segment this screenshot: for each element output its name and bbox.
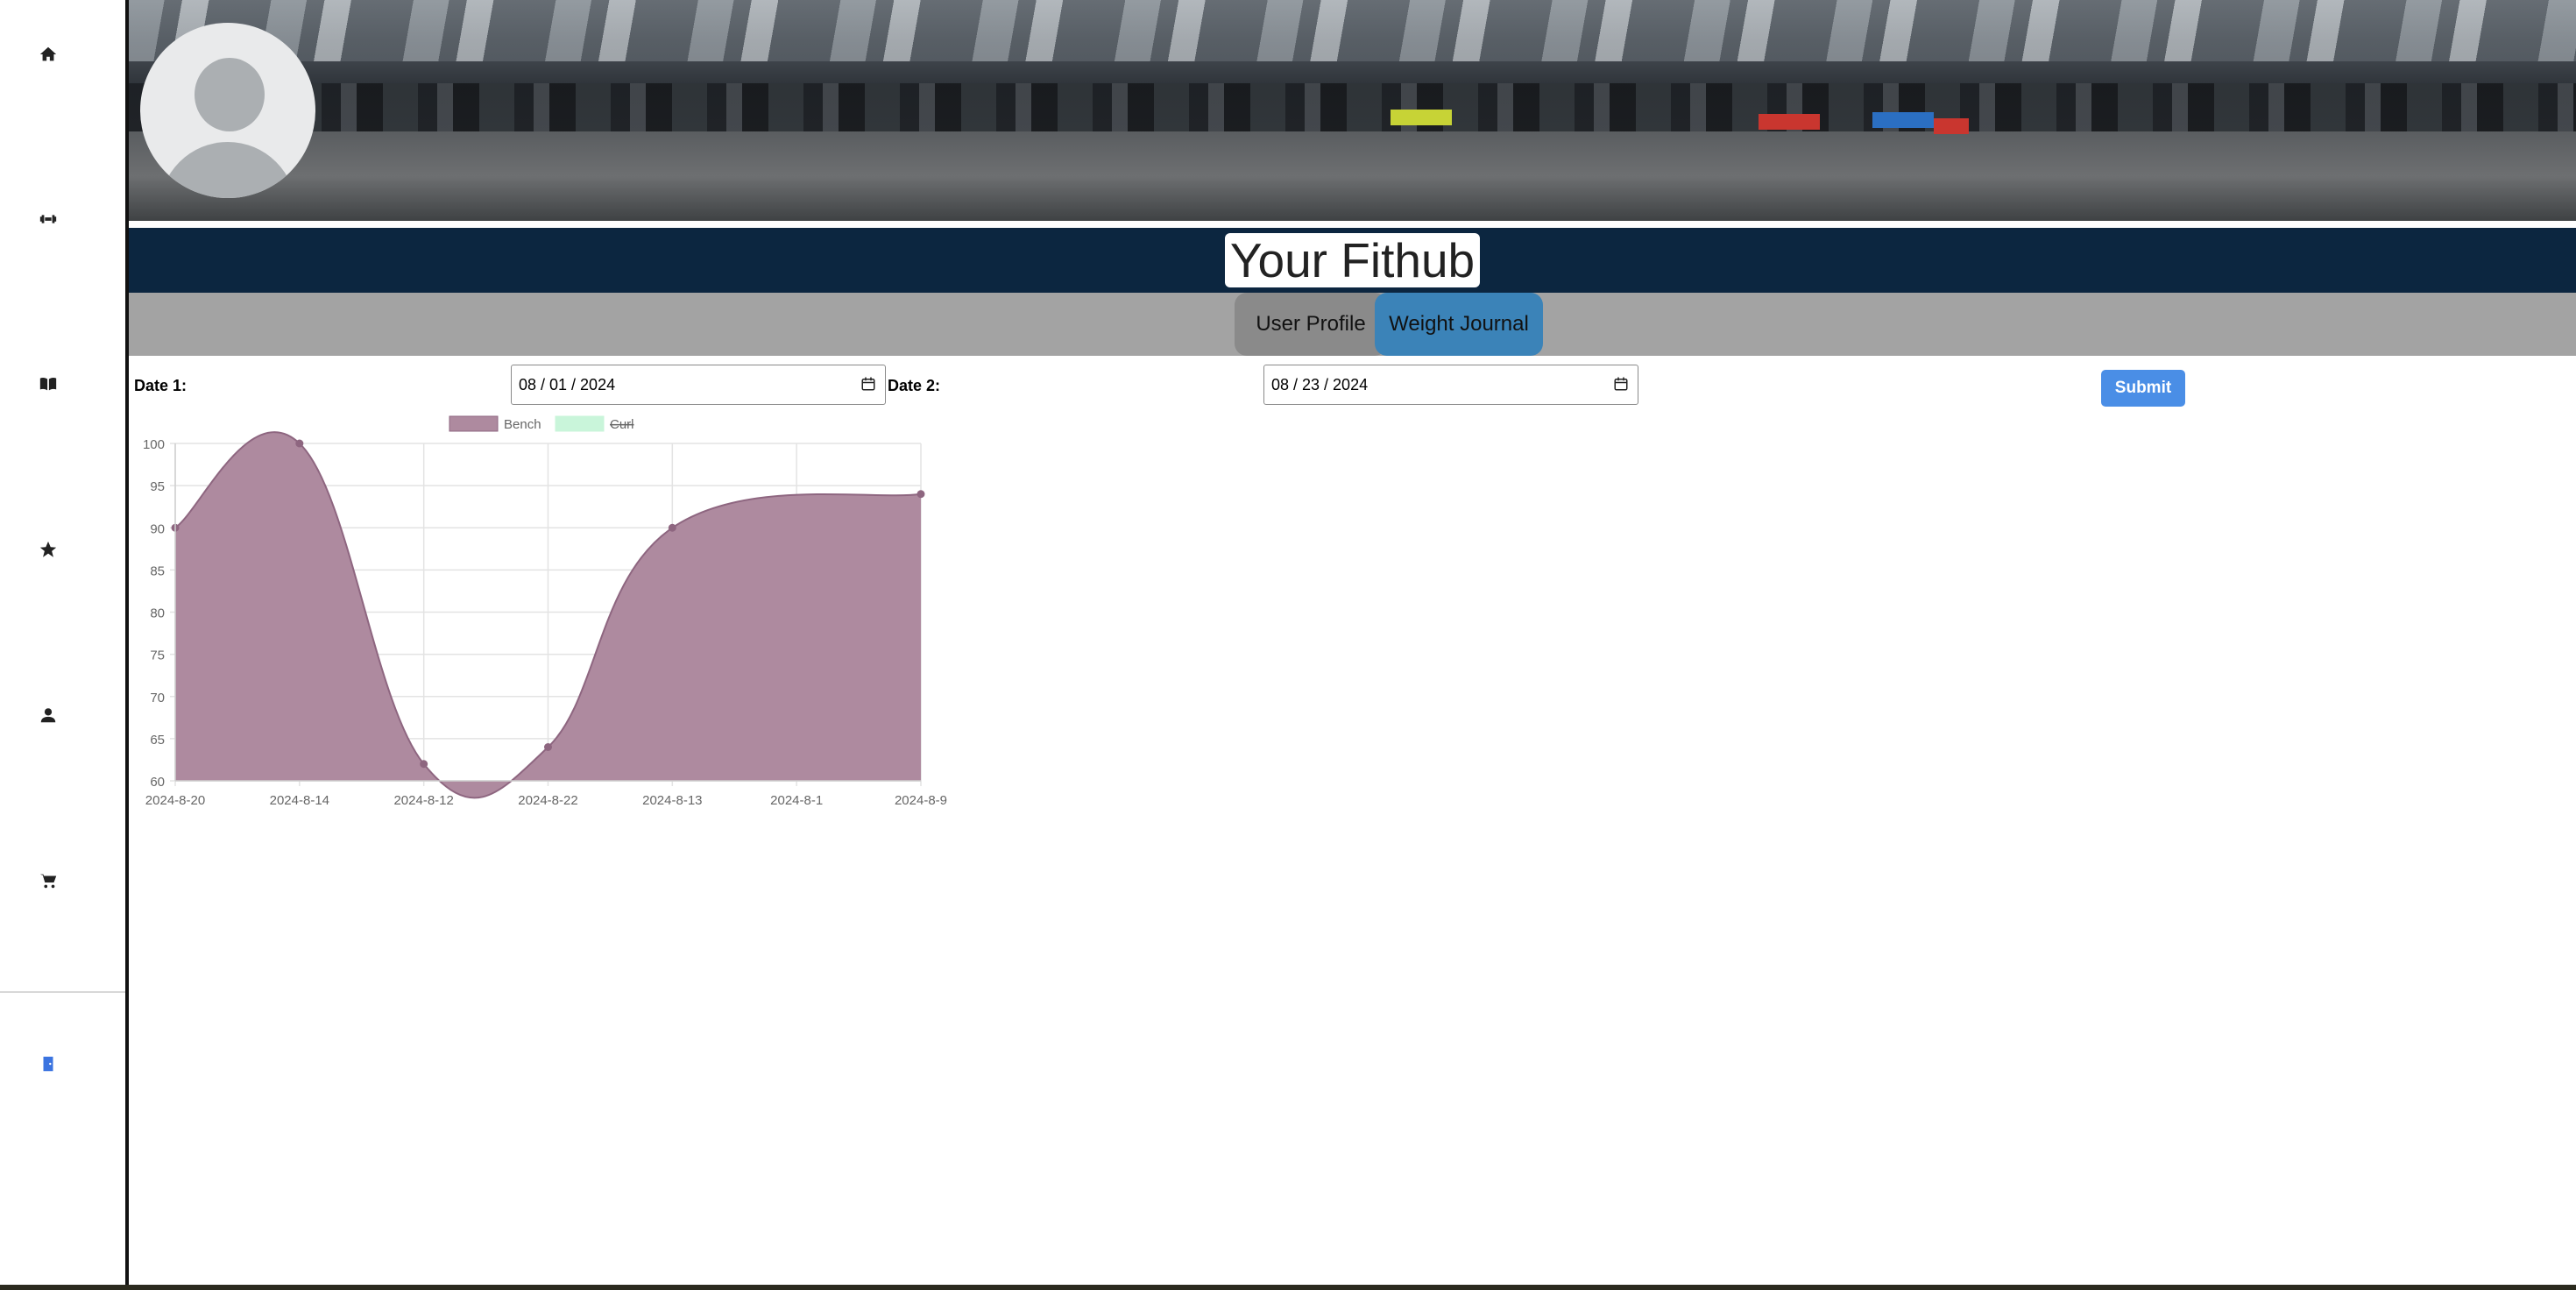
- sidebar-item-shop[interactable]: [0, 854, 96, 907]
- window-bottom-edge: [0, 1285, 2576, 1290]
- date1-input[interactable]: 08 / 01 / 2024: [511, 365, 886, 405]
- sidebar-divider: [0, 991, 125, 993]
- calendar-icon[interactable]: [860, 376, 876, 392]
- data-point: [420, 760, 428, 769]
- calendar-icon[interactable]: [1613, 376, 1629, 392]
- y-tick-label: 75: [150, 649, 165, 663]
- date2-input[interactable]: 08 / 23 / 2024: [1263, 365, 1638, 405]
- date1-value: 08 / 01 / 2024: [519, 375, 616, 393]
- x-tick-label: 2024-8-20: [145, 793, 205, 808]
- date2-label: Date 2:: [888, 377, 941, 394]
- x-tick-label: 2024-8-9: [895, 793, 947, 808]
- x-tick-label: 2024-8-12: [393, 793, 453, 808]
- y-tick-label: 95: [150, 479, 165, 494]
- dumbbell-icon: [39, 215, 57, 223]
- data-point: [916, 490, 925, 499]
- banner-divider: [129, 221, 2576, 228]
- data-point: [295, 439, 304, 448]
- home-icon: [39, 46, 57, 61]
- star-icon: [39, 541, 57, 557]
- gym-banner-image: [129, 0, 2576, 221]
- tab-weight-journal[interactable]: Weight Journal: [1375, 293, 1543, 356]
- sidebar-item-journal[interactable]: [0, 358, 96, 410]
- book-icon: [39, 377, 57, 391]
- sidebar: [0, 0, 129, 1285]
- main-content: Your Fithub User Profile Weight Journal …: [129, 0, 2576, 1285]
- x-tick-label: 2024-8-13: [642, 793, 702, 808]
- sidebar-item-favorites[interactable]: [0, 523, 96, 576]
- user-icon: [40, 708, 56, 723]
- title-bar: Your Fithub: [129, 228, 2576, 293]
- legend-label-bench: Bench: [504, 417, 541, 432]
- x-tick-label: 2024-8-22: [518, 793, 577, 808]
- sidebar-item-profile[interactable]: [0, 689, 96, 741]
- door-exit-icon: [43, 1056, 53, 1072]
- avatar: [140, 23, 315, 198]
- x-tick-label: 2024-8-1: [770, 793, 823, 808]
- sidebar-item-workouts[interactable]: [0, 193, 96, 245]
- x-tick-label: 2024-8-14: [270, 793, 329, 808]
- tab-user-profile[interactable]: User Profile: [1235, 293, 1387, 356]
- cart-icon: [39, 874, 57, 889]
- legend-swatch-curl: [555, 415, 605, 432]
- data-point: [544, 743, 552, 751]
- y-tick-label: 85: [150, 563, 165, 578]
- logout-button[interactable]: [0, 1038, 96, 1090]
- y-tick-label: 90: [150, 521, 165, 536]
- submit-button[interactable]: Submit: [2101, 370, 2185, 407]
- date-filter-form: Date 1: 08 / 01 / 2024 Date 2: 08 / 23 /…: [129, 361, 2576, 410]
- date1-label: Date 1:: [134, 377, 188, 394]
- legend-swatch-bench: [449, 415, 499, 432]
- page-title: Your Fithub: [1224, 233, 1481, 287]
- weight-chart: 60 65 70 75 80 85 90 95 100 2024-8-20 2024-8-14 202…: [143, 415, 947, 808]
- y-tick-label: 100: [143, 437, 165, 452]
- y-tick-label: 70: [150, 691, 165, 705]
- y-tick-label: 80: [150, 606, 165, 621]
- data-point: [668, 523, 676, 532]
- y-tick-label: 65: [150, 733, 165, 748]
- sidebar-item-home[interactable]: [0, 28, 96, 81]
- y-tick-label: 60: [150, 775, 165, 790]
- tab-bar: User Profile Weight Journal: [129, 293, 2576, 356]
- date2-value: 08 / 23 / 2024: [1271, 375, 1369, 393]
- legend-label-curl: Curl: [610, 417, 634, 432]
